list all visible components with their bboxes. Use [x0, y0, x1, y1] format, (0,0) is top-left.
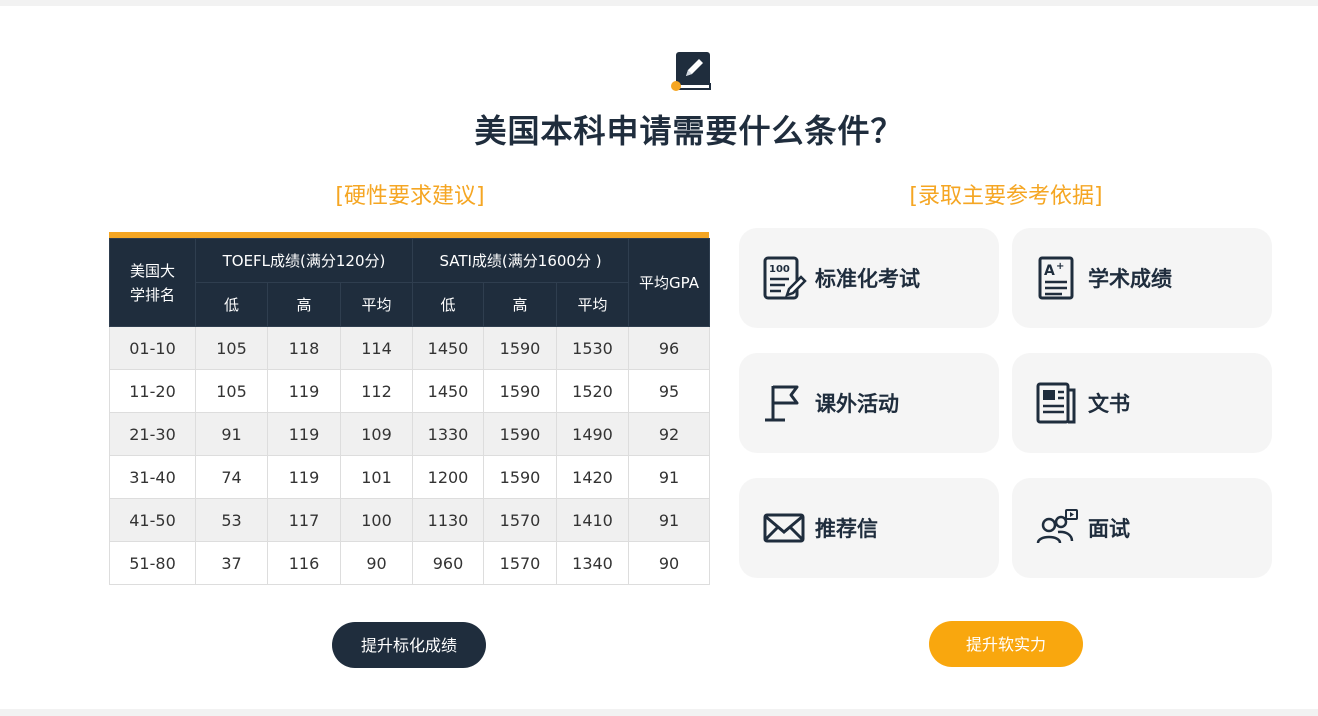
- card-standardized-tests[interactable]: 100 标准化考试: [739, 228, 999, 328]
- table-cell: 119: [267, 412, 341, 456]
- table-cell: 118: [267, 326, 341, 370]
- table-row: 41-50 53 117 100 1130 1570 1410 91: [109, 498, 711, 542]
- table-cell: 1570: [483, 541, 557, 585]
- table-cell: 1490: [555, 412, 630, 456]
- table-cell: 11-20: [109, 369, 196, 413]
- table-cell: 31-40: [109, 455, 196, 499]
- table-cell: 1530: [555, 326, 630, 370]
- table-cell: 90: [628, 541, 711, 585]
- header-gpa: 平均GPA: [628, 238, 711, 327]
- header-rank: 美国大学排名: [109, 238, 196, 327]
- table-cell: 1590: [483, 326, 557, 370]
- newspaper-icon: [1036, 382, 1076, 424]
- improve-soft-skills-button[interactable]: 提升软实力: [929, 621, 1083, 667]
- table-cell: 1130: [412, 498, 484, 542]
- table-cell: 101: [340, 455, 413, 499]
- table-cell: 105: [195, 326, 268, 370]
- card-label: 面试: [1088, 517, 1130, 541]
- table-cell: 117: [267, 498, 341, 542]
- card-extracurricular[interactable]: 课外活动: [739, 353, 999, 453]
- table-cell: 1590: [483, 455, 557, 499]
- table-cell: 95: [628, 369, 711, 413]
- table-cell: 51-80: [109, 541, 196, 585]
- admission-criteria-title: [录取主要参考依据]: [909, 184, 1103, 209]
- table-cell: 1340: [555, 541, 630, 585]
- header-sat-avg: 平均: [555, 282, 630, 327]
- svg-text:100: 100: [769, 264, 790, 275]
- table-cell: 1520: [555, 369, 630, 413]
- improve-scores-button[interactable]: 提升标化成绩: [332, 622, 486, 668]
- card-academic-grades[interactable]: A + 学术成绩: [1012, 228, 1272, 328]
- table-cell: 01-10: [109, 326, 196, 370]
- card-recommendation-letter[interactable]: 推荐信: [739, 478, 999, 578]
- table-cell: 91: [628, 455, 711, 499]
- header-sat: SATI成绩(满分1600分 ): [411, 238, 630, 283]
- table-cell: 92: [628, 412, 711, 456]
- header-toefl: TOEFL成绩(满分120分): [195, 238, 413, 283]
- table-row: 01-10 105 118 114 1450 1590 1530 96: [109, 326, 711, 370]
- table-cell: 1590: [483, 369, 557, 413]
- header-sat-low: 低: [412, 282, 484, 327]
- header-toefl-high: 高: [267, 282, 341, 327]
- content-panel: 美国本科申请需要什么条件？ [硬性要求建议] [录取主要参考依据] 美国大学排名…: [0, 6, 1318, 709]
- pencil-notebook-icon: [671, 52, 711, 91]
- svg-text:A: A: [1044, 263, 1055, 279]
- table-cell: 114: [340, 326, 413, 370]
- header-sat-high: 高: [483, 282, 557, 327]
- table-row: 11-20 105 119 112 1450 1590 1520 95: [109, 369, 711, 413]
- interview-people-icon: [1036, 509, 1078, 544]
- hard-requirements-title: [硬性要求建议]: [335, 184, 485, 209]
- table-cell: 1450: [412, 369, 484, 413]
- table-cell: 41-50: [109, 498, 196, 542]
- table-row: 21-30 91 119 109 1330 1590 1490 92: [109, 412, 711, 456]
- table-cell: 105: [195, 369, 268, 413]
- table-cell: 90: [340, 541, 413, 585]
- table-cell: 112: [340, 369, 413, 413]
- table-cell: 1410: [555, 498, 630, 542]
- card-interview[interactable]: 面试: [1012, 478, 1272, 578]
- card-essays[interactable]: 文书: [1012, 353, 1272, 453]
- table-cell: 109: [340, 412, 413, 456]
- table-cell: 21-30: [109, 412, 196, 456]
- page-title: 美国本科申请需要什么条件？: [474, 112, 904, 150]
- requirements-table: 美国大学排名 TOEFL成绩(满分120分) SATI成绩(满分1600分 ) …: [109, 232, 711, 585]
- table-cell: 119: [267, 455, 341, 499]
- card-label: 标准化考试: [815, 267, 920, 291]
- table-cell: 1200: [412, 455, 484, 499]
- table-cell: 1330: [412, 412, 484, 456]
- table-cell: 37: [195, 541, 268, 585]
- table-cell: 96: [628, 326, 711, 370]
- table-cell: 1570: [483, 498, 557, 542]
- exam-score-icon: 100: [763, 256, 807, 300]
- table-cell: 116: [267, 541, 341, 585]
- envelope-icon: [763, 513, 805, 543]
- table-cell: 91: [195, 412, 268, 456]
- table-cell: 91: [628, 498, 711, 542]
- card-label: 学术成绩: [1088, 267, 1172, 291]
- table-cell: 53: [195, 498, 268, 542]
- table-row: 51-80 37 116 90 960 1570 1340 90: [109, 541, 711, 585]
- table-row: 31-40 74 119 101 1200 1590 1420 91: [109, 455, 711, 499]
- table-cell: 1590: [483, 412, 557, 456]
- svg-text:+: +: [1056, 261, 1064, 272]
- table-cell: 960: [412, 541, 484, 585]
- grade-a-plus-icon: A +: [1038, 256, 1074, 300]
- table-cell: 1450: [412, 326, 484, 370]
- card-label: 课外活动: [815, 392, 899, 416]
- card-label: 文书: [1088, 392, 1130, 416]
- header-toefl-avg: 平均: [340, 282, 413, 327]
- table-cell: 74: [195, 455, 268, 499]
- table-cell: 100: [340, 498, 413, 542]
- header-toefl-low: 低: [195, 282, 268, 327]
- flag-icon: [765, 385, 799, 422]
- table-cell: 119: [267, 369, 341, 413]
- card-label: 推荐信: [815, 517, 878, 541]
- table-cell: 1420: [555, 455, 630, 499]
